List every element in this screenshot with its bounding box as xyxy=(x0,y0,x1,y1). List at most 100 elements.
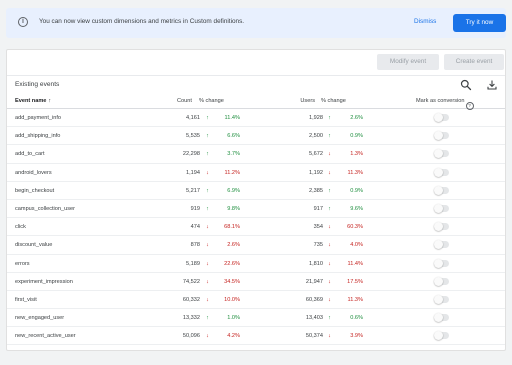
event-users: 21,947 xyxy=(305,278,323,285)
mark-conversion-toggle[interactable] xyxy=(434,240,449,250)
event-name[interactable]: new_engaged_user xyxy=(15,315,64,321)
toggle-knob xyxy=(434,258,443,268)
mark-conversion-toggle[interactable] xyxy=(434,294,449,304)
table-row[interactable]: add_shipping_info 5,535 ↑ 6.6% 2,500 ↑ 0.9% xyxy=(7,127,505,146)
event-name[interactable]: new_recent_active_user xyxy=(15,333,76,339)
search-icon[interactable] xyxy=(459,78,473,92)
event-users: 50,374 xyxy=(305,333,323,340)
event-name[interactable]: campus_collection_user xyxy=(15,206,75,212)
modify-event-button[interactable]: Modify event xyxy=(377,54,439,70)
table-row[interactable]: click 474 ↓ 68.1% 354 ↓ 60.3% xyxy=(7,218,505,237)
event-count: 60,332 xyxy=(182,296,200,303)
event-count: 1,194 xyxy=(186,169,200,176)
arrow-down-icon: ↓ xyxy=(206,242,209,249)
count-change: 2.6% xyxy=(227,242,240,249)
arrow-up-icon: ↑ xyxy=(328,133,331,140)
toggle-knob xyxy=(434,113,443,122)
table-row[interactable]: add_payment_info 4,161 ↑ 11.4% 1,928 ↑ 2.6% xyxy=(7,109,505,128)
count-change: 10.0% xyxy=(224,296,240,303)
mark-conversion-toggle[interactable] xyxy=(434,258,449,268)
mark-conversion-toggle[interactable] xyxy=(434,131,449,141)
users-change: 3.9% xyxy=(350,333,363,340)
event-name[interactable]: add_payment_info xyxy=(15,115,61,121)
mark-conversion-toggle[interactable] xyxy=(434,149,449,159)
count-change: 68.1% xyxy=(224,224,240,231)
event-count: 5,189 xyxy=(186,260,200,267)
try-it-now-button[interactable]: Try it now xyxy=(453,14,506,32)
header-event-name[interactable]: Event name ↑ xyxy=(15,98,51,104)
event-users: 13,403 xyxy=(305,315,323,322)
event-name[interactable]: android_lovers xyxy=(15,170,52,176)
info-icon: i xyxy=(18,17,28,27)
arrow-down-icon: ↓ xyxy=(328,224,331,231)
table-row[interactable]: add_to_cart 22,298 ↑ 3.7% 5,672 ↓ 1.3% xyxy=(7,145,505,164)
arrow-down-icon: ↓ xyxy=(206,224,209,231)
event-name[interactable]: add_to_cart xyxy=(15,151,45,157)
table-row[interactable]: campus_collection_user 919 ↑ 9.8% 917 ↑ 9.6% xyxy=(7,200,505,219)
event-count: 5,535 xyxy=(186,133,200,140)
event-users: 5,672 xyxy=(309,151,323,158)
toggle-knob xyxy=(434,167,443,177)
users-change: 60.3% xyxy=(347,224,363,231)
event-name[interactable]: errors xyxy=(15,261,30,267)
event-name[interactable]: discount_value xyxy=(15,242,52,248)
toolbar-divider xyxy=(7,75,505,76)
arrow-down-icon: ↓ xyxy=(206,333,209,340)
mark-conversion-toggle[interactable] xyxy=(434,113,449,122)
count-change: 34.5% xyxy=(224,278,240,285)
event-users: 2,500 xyxy=(309,133,323,140)
mark-conversion-toggle[interactable] xyxy=(434,222,449,232)
header-count-change[interactable]: % change xyxy=(199,98,224,104)
count-change: 6.6% xyxy=(227,133,240,140)
create-event-button[interactable]: Create event xyxy=(444,54,504,70)
toggle-knob xyxy=(434,149,443,159)
arrow-down-icon: ↓ xyxy=(328,169,331,176)
table-row[interactable]: first_visit 60,332 ↓ 10.0% 60,369 ↓ 11.3% xyxy=(7,291,505,310)
header-users-change[interactable]: % change xyxy=(321,98,346,104)
table-row[interactable]: android_lovers 1,194 ↓ 11.2% 1,192 ↓ 11.3% xyxy=(7,164,505,182)
event-name[interactable]: add_shipping_info xyxy=(15,133,60,139)
event-count: 5,217 xyxy=(186,187,200,194)
table-row[interactable]: experiment_impression 74,522 ↓ 34.5% 21,947 ↓… xyxy=(7,273,505,291)
table-row[interactable]: begin_checkout 5,217 ↑ 6.9% 2,385 ↑ 0.9% xyxy=(7,182,505,200)
mark-conversion-toggle[interactable] xyxy=(434,185,449,195)
arrow-up-icon: ↑ xyxy=(328,205,331,212)
event-count: 50,096 xyxy=(182,333,200,340)
users-change: 0.9% xyxy=(350,133,363,140)
arrow-up-icon: ↑ xyxy=(206,315,209,322)
arrow-up-icon: ↑ xyxy=(206,205,209,212)
event-users: 1,192 xyxy=(309,169,323,176)
header-users[interactable]: Users xyxy=(297,98,315,104)
event-users: 1,810 xyxy=(309,260,323,267)
table-row[interactable]: discount_value 878 ↓ 2.6% 735 ↓ 4.0% xyxy=(7,236,505,255)
mark-conversion-toggle[interactable] xyxy=(434,331,449,341)
table-title: Existing events xyxy=(15,81,60,88)
event-count: 4,161 xyxy=(186,115,200,121)
table-row[interactable]: new_recent_active_user 50,096 ↓ 4.2% 50,374 ↓… xyxy=(7,327,505,346)
table-row[interactable]: new_engaged_user 13,332 ↑ 1.0% 13,403 ↑ 0.6% xyxy=(7,309,505,328)
event-users: 917 xyxy=(313,205,323,212)
events-card: Modify event Create event Existing event… xyxy=(6,49,506,351)
users-change: 0.9% xyxy=(350,187,363,194)
dismiss-button[interactable]: Dismiss xyxy=(414,18,436,25)
mark-conversion-toggle[interactable] xyxy=(434,203,449,213)
download-icon[interactable] xyxy=(485,78,499,92)
count-change: 11.2% xyxy=(224,169,240,176)
header-count[interactable]: Count xyxy=(177,98,192,104)
arrow-up-icon: ↑ xyxy=(328,315,331,322)
mark-conversion-toggle[interactable] xyxy=(434,167,449,177)
table-row[interactable]: errors 5,189 ↓ 22.6% 1,810 ↓ 11.4% xyxy=(7,255,505,273)
event-name[interactable]: first_visit xyxy=(15,297,37,303)
event-name[interactable]: begin_checkout xyxy=(15,188,54,194)
toggle-knob xyxy=(434,276,443,286)
mark-conversion-toggle[interactable] xyxy=(434,313,449,323)
mark-conversion-toggle[interactable] xyxy=(434,276,449,286)
arrow-down-icon: ↓ xyxy=(206,296,209,303)
toggle-knob xyxy=(434,131,443,141)
event-name[interactable]: experiment_impression xyxy=(15,279,73,285)
toggle-knob xyxy=(434,240,443,250)
toggle-knob xyxy=(434,222,443,232)
event-name[interactable]: click xyxy=(15,224,26,230)
event-users: 1,928 xyxy=(309,115,323,121)
arrow-down-icon: ↓ xyxy=(206,169,209,176)
